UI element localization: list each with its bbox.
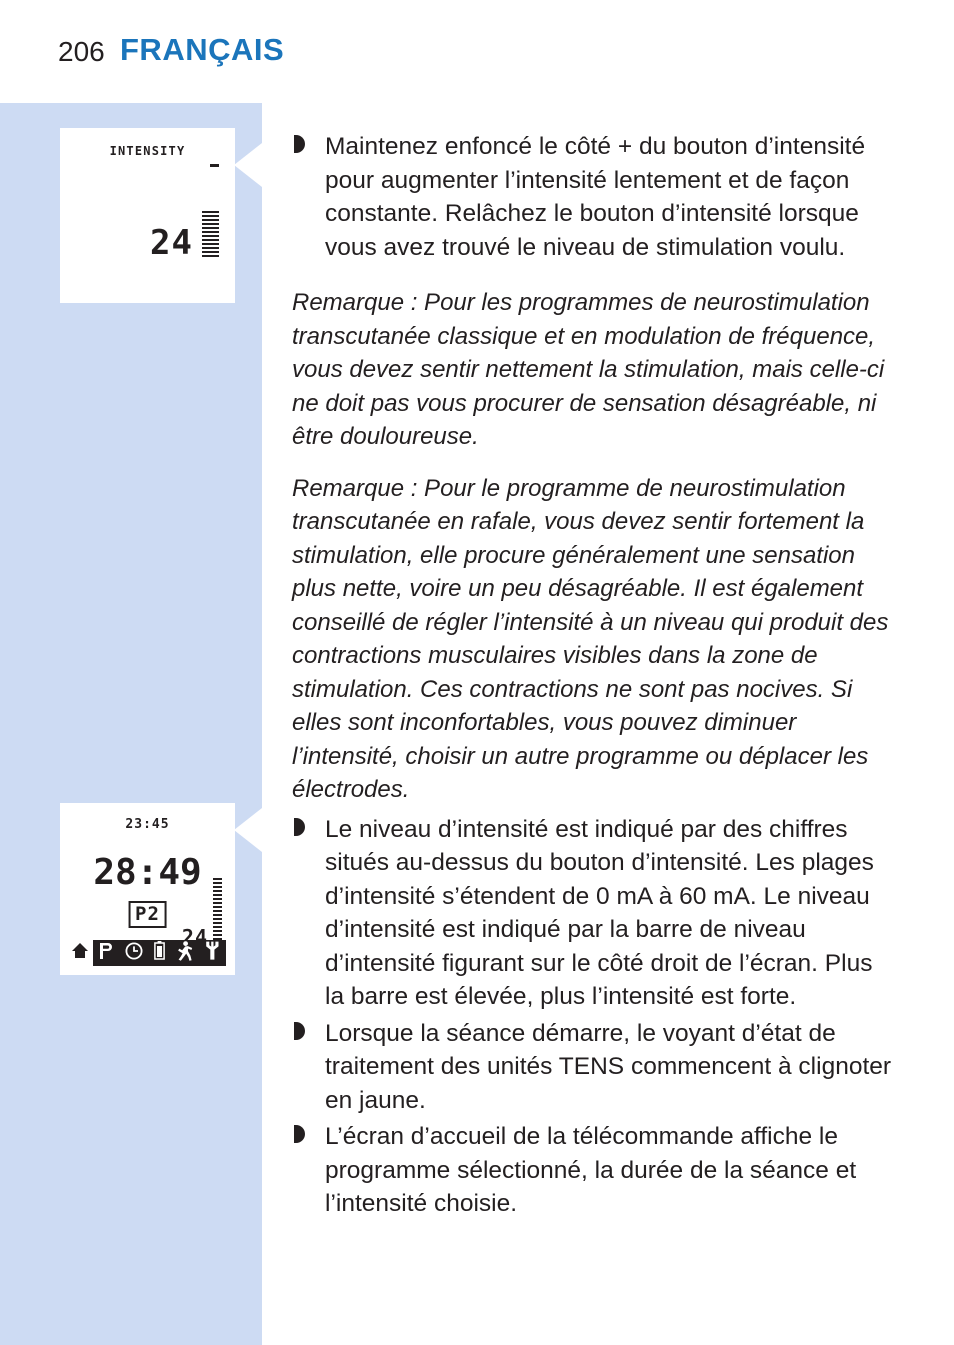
bullet-marker-icon: [294, 1021, 305, 1040]
wrench-icon[interactable]: [205, 941, 220, 965]
bullet-text: Le niveau d’intensité est indiqué par de…: [325, 815, 874, 1011]
clock-icon[interactable]: [125, 942, 143, 965]
chapter-title: FRANÇAIS: [120, 32, 285, 67]
bullet-item: Lorsque la séance démarre, le voyant d’é…: [292, 1017, 897, 1118]
device-screen-home: 23:45 28:49 P2 24: [60, 803, 235, 975]
content-column: Maintenez enfoncé le côté + du bouton d’…: [292, 130, 897, 1224]
note-paragraph: Remarque : Pour le programme de neurosti…: [292, 474, 889, 804]
note-paragraph: Remarque : Pour les programmes de neuros…: [292, 289, 885, 450]
intensity-screen-label: INTENSITY: [109, 144, 186, 158]
session-time-display: 28:49: [93, 852, 202, 893]
battery-icon[interactable]: [154, 941, 166, 965]
program-p-icon[interactable]: [99, 942, 113, 965]
home-icon[interactable]: [71, 942, 89, 964]
bullet-marker-icon: [294, 135, 305, 153]
callout-arrow-top-icon: [234, 143, 262, 187]
bullet-item: Maintenez enfoncé le côté + du bouton d’…: [292, 130, 897, 264]
device-screen-intensity: INTENSITY 24: [60, 128, 235, 303]
bullet-item: L’écran d’accueil de la télécommande aff…: [292, 1120, 897, 1221]
status-icon-bar: [93, 940, 226, 966]
bullet-text: L’écran d’accueil de la télécommande aff…: [325, 1123, 857, 1217]
clock-display: 23:45: [125, 817, 170, 832]
bullet-marker-icon: [294, 1125, 305, 1143]
intensity-level-bar-icon: [202, 211, 219, 259]
bullet-marker-icon: [294, 817, 305, 836]
page-header: 206 FRANÇAIS: [0, 0, 954, 100]
bullet-item: Le niveau d’intensité est indiqué par de…: [292, 813, 897, 1014]
walking-person-icon[interactable]: [177, 940, 193, 966]
page-number: 206: [58, 36, 105, 67]
intensity-level-bar-icon-2: [213, 878, 222, 946]
bullet-text: Lorsque la séance démarre, le voyant d’é…: [325, 1019, 892, 1114]
minus-sign-icon: [210, 164, 219, 167]
callout-arrow-bottom-icon: [234, 808, 262, 852]
intensity-value-display: 24: [150, 223, 193, 263]
program-badge: P2: [128, 901, 167, 928]
bullet-text: Maintenez enfoncé le côté + du bouton d’…: [325, 133, 866, 261]
